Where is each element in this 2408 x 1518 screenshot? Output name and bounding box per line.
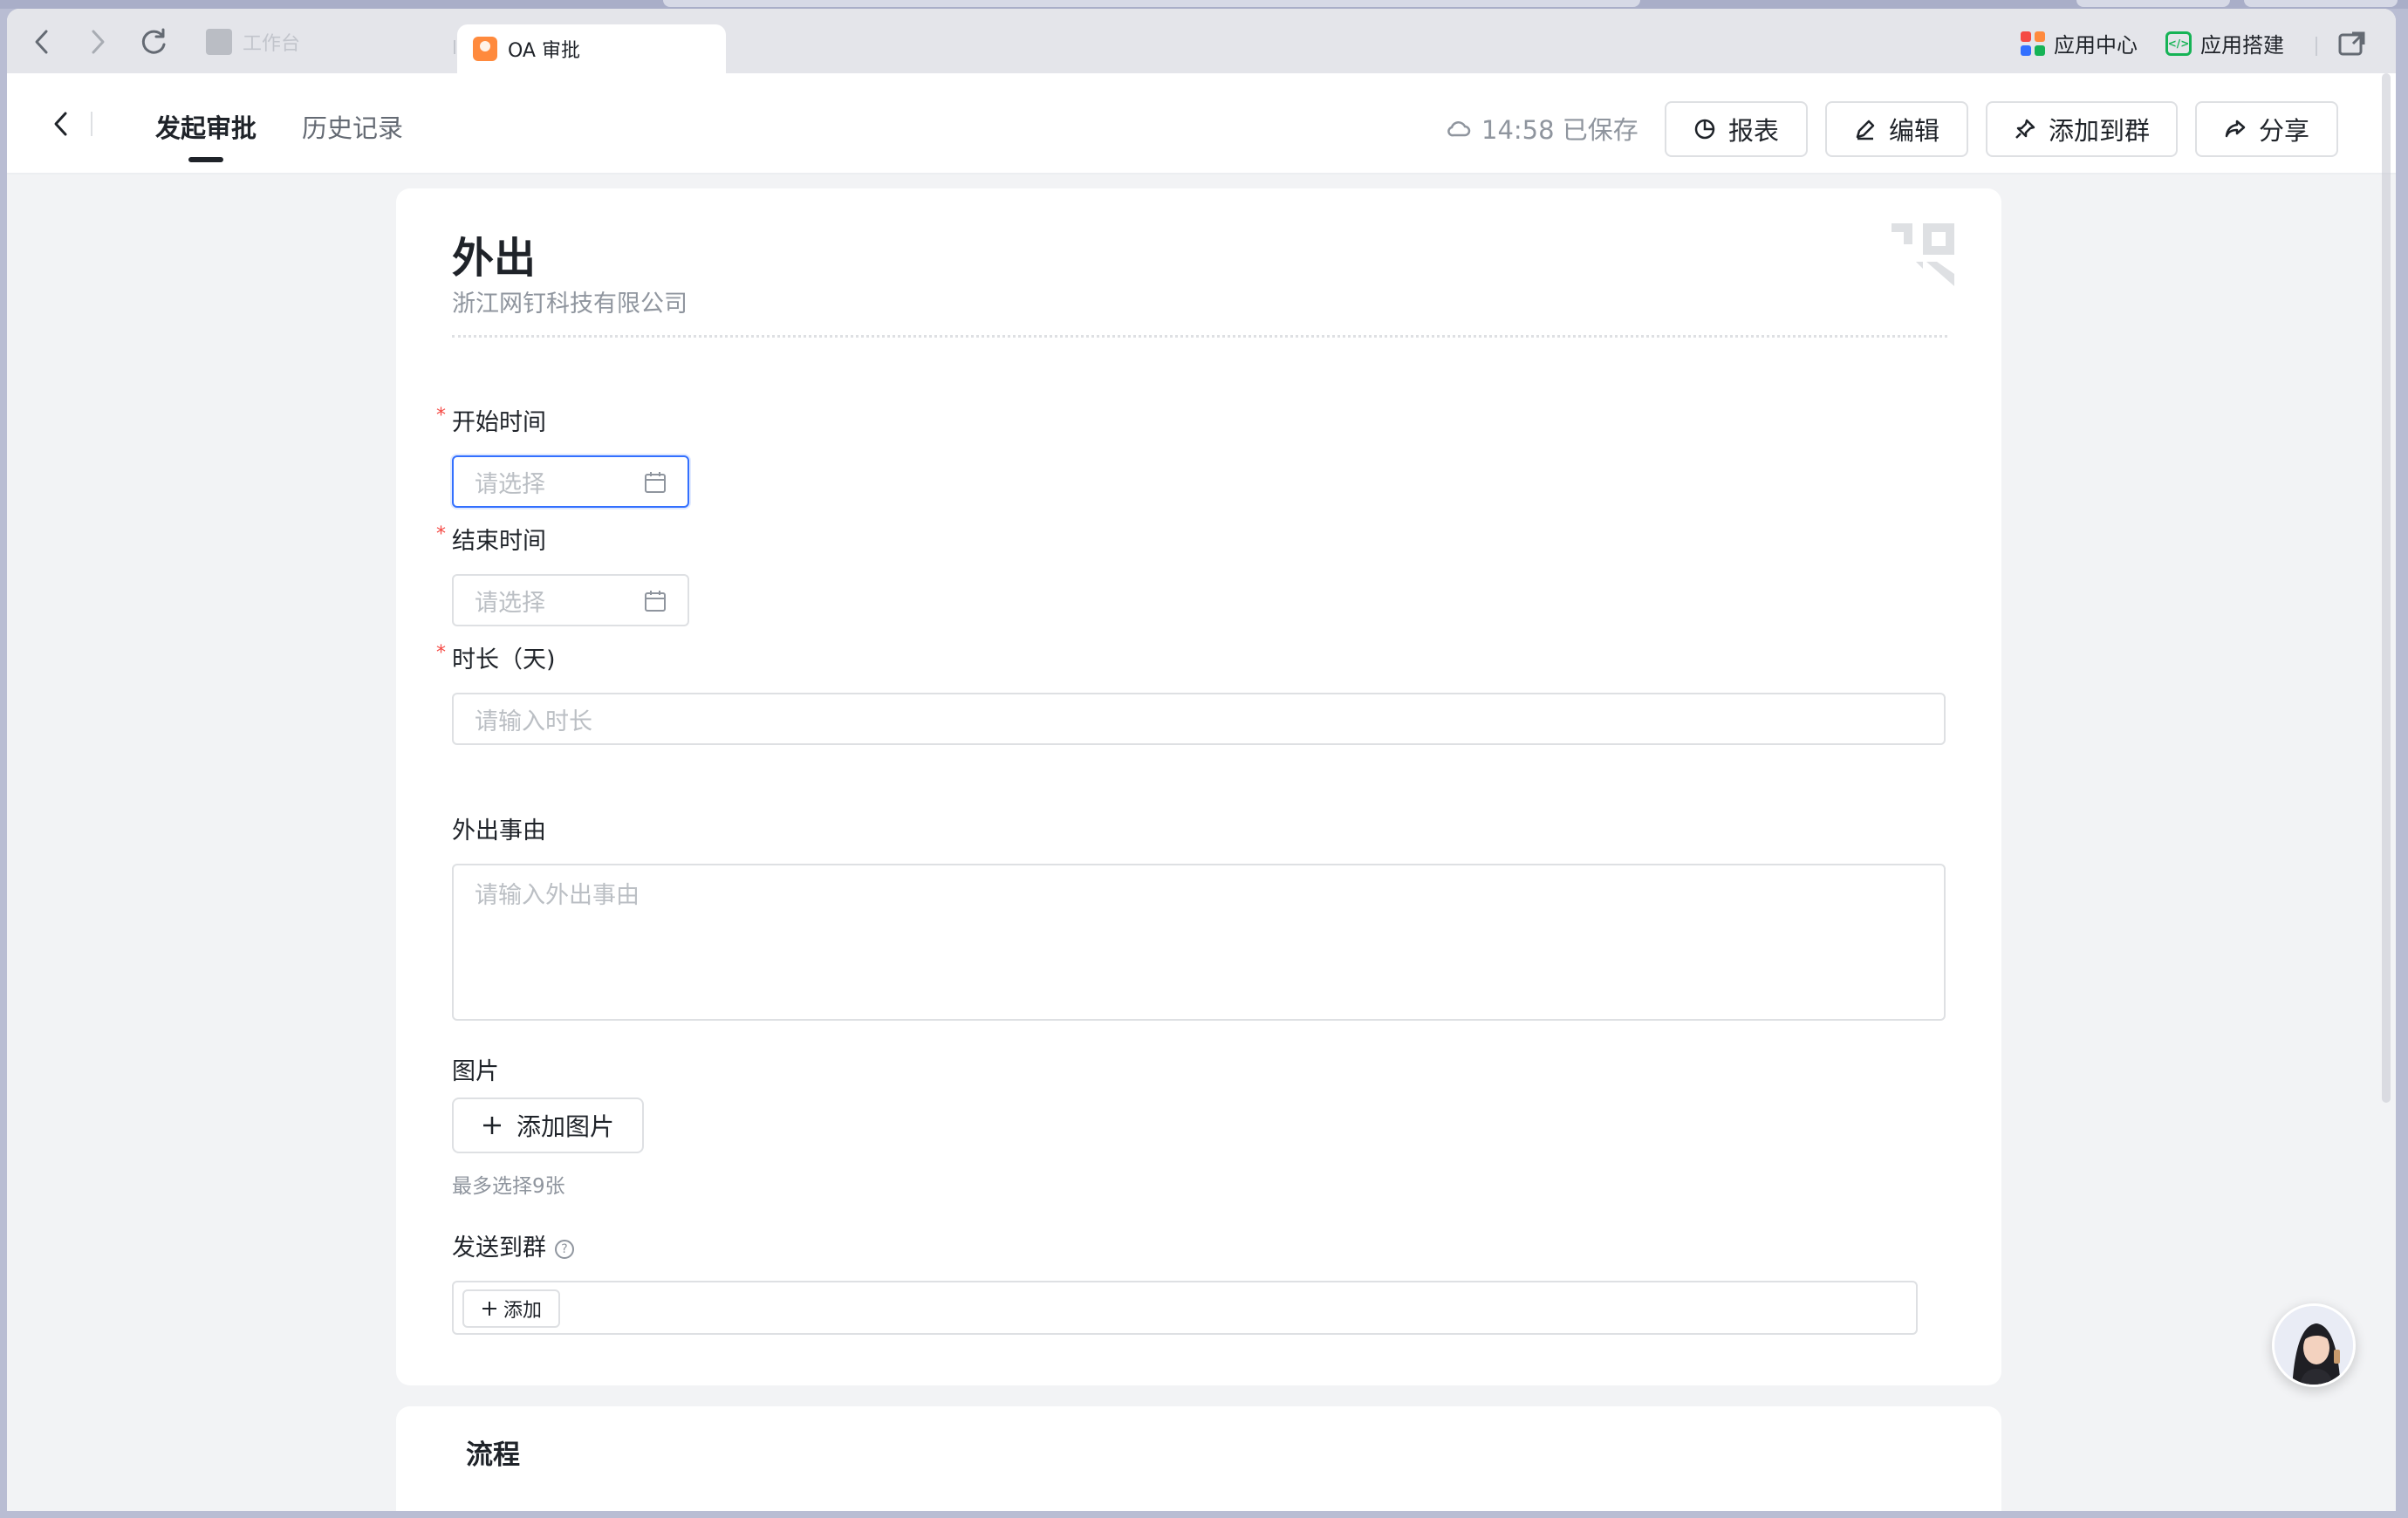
send-to-group-label-row: 发送到群? [452,1228,574,1262]
end-time-picker[interactable]: 请选择 [452,574,689,626]
page-header: 发起审批 历史记录 14:58 已保存 报表 编辑 添加到群 分享 [7,73,2396,174]
top-strip-handle [663,0,1640,7]
flow-card: 流程 [396,1406,2001,1511]
chevron-left-icon [54,112,67,136]
app-build-button[interactable]: </> 应用搭建 [2165,28,2284,58]
approval-form-card: 外出 浙江网钉科技有限公司 * 开始时间 请选择 * 结束时间 请选择 * 时长… [396,188,2001,1385]
toolbar-divider [2316,37,2317,56]
group-selector[interactable]: 添加 [452,1281,1918,1335]
form-title: 外出 [452,234,537,283]
start-time-placeholder: 请选择 [475,470,545,498]
share-button[interactable]: 分享 [2195,101,2338,157]
report-label: 报表 [1727,116,1779,146]
assistant-avatar[interactable] [2272,1303,2356,1387]
active-tab-indicator [188,157,223,162]
forward-nav-button[interactable] [79,23,117,61]
required-mark: * [436,523,446,545]
start-time-label: 开始时间 [452,409,546,436]
company-name: 浙江网钉科技有限公司 [452,291,688,318]
share-icon [2225,120,2246,138]
flow-title: 流程 [466,1439,520,1471]
cloud-icon [1447,121,1471,137]
calendar-icon [645,591,666,612]
duration-input[interactable]: 请输入时长 [452,693,1946,745]
edit-label: 编辑 [1888,116,1939,146]
tab-oa-approval[interactable]: OA 审批 [457,24,726,73]
chevron-left-icon [35,30,48,54]
pie-chart-icon [1694,119,1715,140]
person-avatar-icon [2275,1306,2353,1385]
save-status: 14:58 已保存 [1447,110,1638,147]
external-window-icon [2338,31,2365,56]
end-time-label: 结束时间 [452,528,546,555]
add-to-group-button[interactable]: 添加到群 [1986,101,2178,157]
reason-textarea[interactable]: 请输入外出事由 [452,864,1946,1021]
calendar-icon [645,472,666,493]
code-icon: </> [2165,31,2192,56]
chevron-right-icon [92,30,105,54]
required-mark: * [436,642,446,664]
tab-divider [454,40,455,54]
plus-icon [482,1302,496,1316]
add-to-group-label: 添加到群 [2048,116,2150,146]
tab-label: 工作台 [243,33,301,55]
add-group-button[interactable]: 添加 [462,1289,560,1328]
save-status-text: 14:58 已保存 [1481,115,1638,145]
refresh-icon [141,28,166,54]
tab-label: OA 审批 [508,40,580,62]
qr-code-icon[interactable] [1892,223,1954,286]
start-time-picker[interactable]: 请选择 [452,455,689,508]
refresh-button[interactable] [134,23,173,61]
images-label: 图片 [452,1058,499,1085]
share-label: 分享 [2258,116,2309,146]
send-to-group-label: 发送到群 [452,1234,546,1262]
pencil-icon [1856,120,1875,140]
app-build-label: 应用搭建 [2200,33,2284,58]
top-strip-handle [2076,0,2230,7]
tab-workbench[interactable]: 工作台 [206,24,300,59]
required-mark: * [436,405,446,427]
header-divider [91,112,92,136]
app-center-button[interactable]: 应用中心 [2021,28,2138,58]
duration-placeholder: 请输入时长 [475,708,592,735]
add-image-label: 添加图片 [516,1112,614,1141]
pin-icon [2015,119,2035,139]
add-image-button[interactable]: 添加图片 [452,1097,644,1153]
tab-history[interactable]: 历史记录 [302,108,403,145]
reason-label: 外出事由 [452,817,546,844]
end-time-placeholder: 请选择 [475,589,545,617]
app-center-label: 应用中心 [2054,33,2138,58]
help-icon[interactable]: ? [555,1239,574,1259]
app-window: 工作台 OA 审批 应用中心 </> 应用搭建 发起审批 历史记录 14:58 … [7,9,2396,1511]
duration-label: 时长（天) [452,646,556,674]
back-nav-button[interactable] [23,23,61,61]
edit-button[interactable]: 编辑 [1825,101,1968,157]
back-button[interactable] [42,105,80,143]
top-strip-handle [2244,0,2398,7]
workbench-icon [206,29,232,55]
tab-initiate-approval[interactable]: 发起审批 [155,108,257,145]
plus-icon [482,1117,501,1134]
oa-approval-icon [473,37,497,61]
reason-placeholder: 请输入外出事由 [475,882,640,909]
add-group-label: 添加 [503,1300,542,1322]
title-divider [452,335,1947,338]
report-button[interactable]: 报表 [1665,101,1808,157]
screen-top-strip [0,0,2408,9]
scrollbar[interactable] [2382,73,2391,1103]
app-center-icon [2021,31,2045,56]
tab-bar: 工作台 OA 审批 应用中心 </> 应用搭建 [7,9,2396,73]
open-in-new-window-button[interactable] [2333,24,2371,63]
image-limit-hint: 最多选择9张 [452,1175,565,1198]
